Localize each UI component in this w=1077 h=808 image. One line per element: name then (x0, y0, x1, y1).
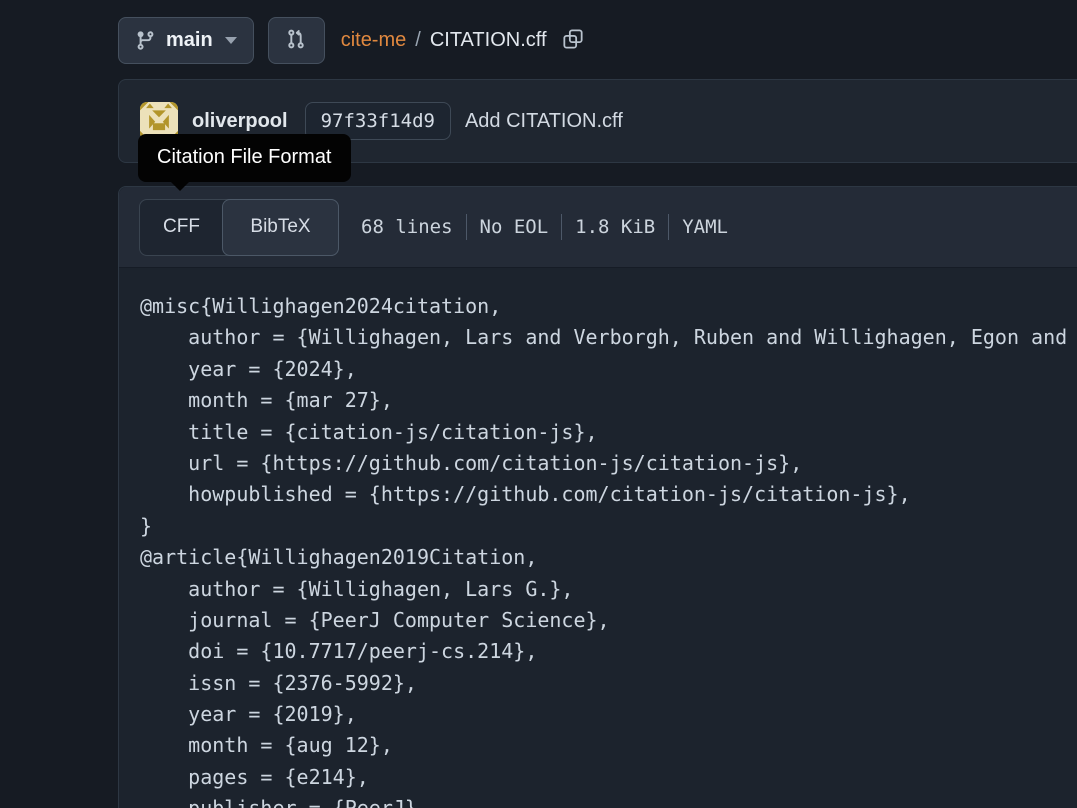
code-line: issn = {2376-5992}, (140, 668, 1077, 699)
copy-icon (562, 28, 584, 53)
code-line: month = {aug 12}, (140, 730, 1077, 761)
file-language: YAML (682, 216, 728, 238)
commit-message[interactable]: Add CITATION.cff (465, 110, 623, 133)
main-column: main cite-me / CITA (118, 0, 1077, 808)
chevron-down-icon (225, 37, 237, 44)
code-line: year = {2024}, (140, 354, 1077, 385)
code-line: pages = {e214}, (140, 762, 1077, 793)
code-line: month = {mar 27}, (140, 385, 1077, 416)
git-branch-icon (135, 30, 156, 51)
code-line: year = {2019}, (140, 699, 1077, 730)
copy-path-button[interactable] (560, 26, 586, 55)
tooltip: Citation File Format (138, 134, 351, 182)
commit-author-link[interactable]: oliverpool (192, 110, 288, 133)
compare-button[interactable] (268, 17, 325, 64)
code-line: doi = {10.7717/peerj-cs.214}, (140, 636, 1077, 667)
code-line: url = {https://github.com/citation-js/ci… (140, 448, 1077, 479)
code-line: author = {Willighagen, Lars G.}, (140, 574, 1077, 605)
breadcrumb-repo-link[interactable]: cite-me (341, 29, 407, 52)
code-line: publisher = {PeerJ} (140, 793, 1077, 808)
branch-name-label: main (166, 29, 213, 52)
code-line: journal = {PeerJ Computer Science}, (140, 605, 1077, 636)
file-view: CFF BibTeX 68 lines No EOL 1.8 KiB YAML … (118, 186, 1077, 808)
file-header: CFF BibTeX 68 lines No EOL 1.8 KiB YAML (119, 187, 1077, 268)
code-line: howpublished = {https://github.com/citat… (140, 479, 1077, 510)
git-compare-icon (285, 28, 307, 53)
file-eol-status: No EOL (480, 216, 549, 238)
tab-cff[interactable]: CFF (140, 200, 223, 255)
file-lines-count: 68 lines (361, 216, 453, 238)
code-line: } (140, 511, 1077, 542)
breadcrumb-separator: / (415, 29, 421, 52)
tooltip-text: Citation File Format (157, 146, 332, 168)
tooltip-caret (170, 181, 190, 191)
render-mode-tab-group: CFF BibTeX (139, 199, 339, 256)
breadcrumb: cite-me / CITATION.cff (341, 26, 586, 55)
file-size: 1.8 KiB (575, 216, 655, 238)
code-line: @misc{Willighagen2024citation, (140, 291, 1077, 322)
file-meta: 68 lines No EOL 1.8 KiB YAML (361, 214, 728, 240)
code-line: author = {Willighagen, Lars and Verborgh… (140, 322, 1077, 353)
meta-divider (561, 214, 562, 240)
branch-selector-button[interactable]: main (118, 17, 254, 64)
code-line: @article{Willighagen2019Citation, (140, 542, 1077, 573)
meta-divider (466, 214, 467, 240)
meta-divider (668, 214, 669, 240)
page: main cite-me / CITA (0, 0, 1077, 808)
tab-bibtex[interactable]: BibTeX (222, 199, 339, 256)
code-content: @misc{Willighagen2024citation, author = … (119, 268, 1077, 808)
code-line: title = {citation-js/citation-js}, (140, 417, 1077, 448)
branch-bar: main cite-me / CITA (118, 0, 1077, 64)
breadcrumb-file-name: CITATION.cff (430, 29, 547, 52)
